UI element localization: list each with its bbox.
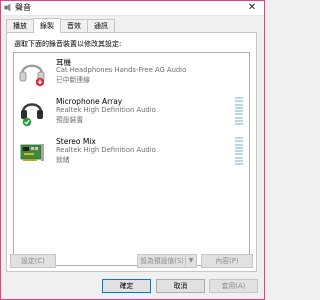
device-status: 就緒 — [56, 156, 70, 164]
speaker-icon — [4, 3, 11, 12]
device-description: Cat Headphones Hands-Free AG Audio — [56, 66, 187, 74]
cancel-button[interactable]: 取消 — [156, 279, 205, 293]
apply-button[interactable]: 套用(A) — [209, 279, 258, 293]
window-title: 聲音 — [15, 3, 31, 12]
headset-icon — [19, 64, 45, 87]
ok-button[interactable]: 確定 — [102, 279, 151, 293]
properties-button[interactable]: 內容(P) — [201, 254, 253, 268]
device-description: Realtek High Definition Audio — [56, 146, 156, 154]
device-status: 預設裝置 — [56, 116, 84, 124]
device-item-microphone-array[interactable]: Microphone Array Realtek High Definition… — [14, 95, 249, 129]
instruction-text: 選取下面的錄音裝置以修改其設定: — [14, 40, 122, 48]
set-default-label: 設為預設值(S) — [140, 257, 184, 265]
device-description: Realtek High Definition Audio — [56, 106, 156, 114]
title-bar[interactable]: 聲音 ✕ — [0, 0, 265, 16]
default-check-icon — [22, 117, 32, 127]
chevron-down-icon[interactable]: ▼ — [185, 255, 196, 267]
device-name: Microphone Array — [56, 97, 123, 106]
tab-playback[interactable]: 播放 — [6, 19, 34, 32]
recording-panel: 選取下面的錄音裝置以修改其設定: 耳機 Cat Headphones Hands… — [6, 32, 257, 272]
microphone-headset-icon — [21, 103, 43, 127]
configure-button[interactable]: 設定(C) — [10, 254, 56, 268]
set-default-button[interactable]: 設為預設值(S) ▼ — [137, 254, 197, 268]
tab-sounds[interactable]: 音效 — [60, 19, 88, 32]
device-name: Stereo Mix — [56, 137, 96, 146]
tab-strip: 播放 錄製 音效 通訊 — [6, 18, 115, 33]
device-item-headphones[interactable]: 耳機 Cat Headphones Hands-Free AG Audio 已中… — [14, 55, 249, 89]
level-meter — [235, 137, 243, 165]
tab-communications[interactable]: 通訊 — [87, 19, 115, 32]
tab-recording[interactable]: 錄製 — [33, 18, 61, 33]
close-button[interactable]: ✕ — [239, 0, 265, 15]
device-status: 已中斷連線 — [56, 76, 90, 84]
level-meter — [235, 97, 243, 125]
device-item-stereo-mix[interactable]: Stereo Mix Realtek High Definition Audio… — [14, 135, 249, 169]
sound-card-icon — [20, 144, 44, 161]
device-list[interactable]: 耳機 Cat Headphones Hands-Free AG Audio 已中… — [13, 52, 250, 266]
